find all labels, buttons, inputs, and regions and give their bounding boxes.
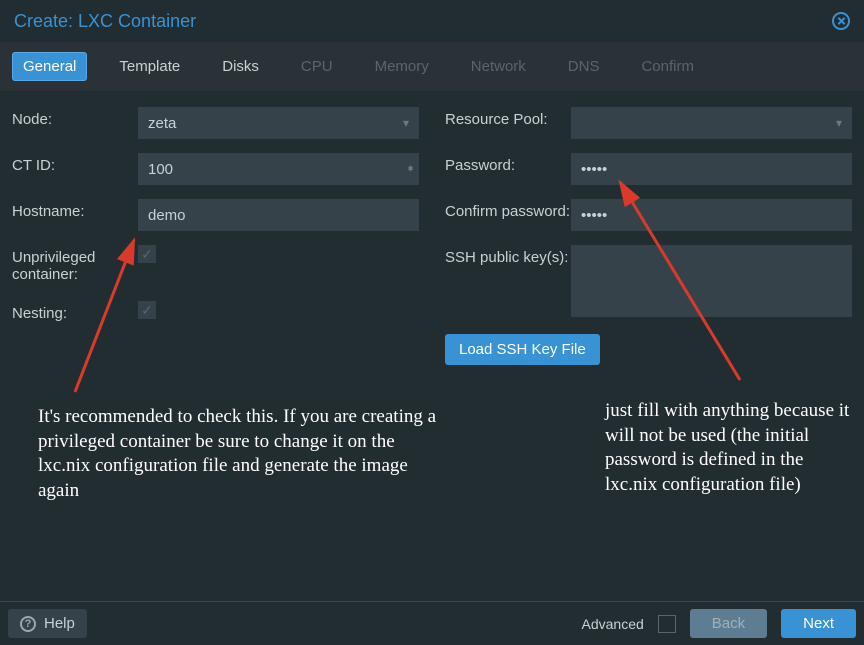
unprivileged-checkbox[interactable]: [138, 245, 156, 263]
hostname-label: Hostname:: [12, 199, 138, 224]
resource-pool-label: Resource Pool:: [445, 107, 571, 132]
load-ssh-key-button[interactable]: Load SSH Key File: [445, 334, 600, 365]
window-title: Create: LXC Container: [14, 11, 196, 32]
tab-general[interactable]: General: [12, 52, 87, 81]
tab-dns: DNS: [558, 53, 610, 80]
password-input[interactable]: [571, 153, 852, 185]
next-button[interactable]: Next: [781, 609, 856, 638]
tab-confirm: Confirm: [631, 53, 704, 80]
annotation-unprivileged: It's recommended to check this. If you a…: [38, 405, 438, 504]
ctid-input[interactable]: [138, 153, 419, 185]
close-icon[interactable]: [832, 12, 850, 30]
wizard-tabs: General Template Disks CPU Memory Networ…: [0, 42, 864, 91]
tab-template[interactable]: Template: [109, 53, 190, 80]
ctid-label: CT ID:: [12, 153, 138, 178]
advanced-checkbox[interactable]: [658, 615, 676, 633]
hostname-input[interactable]: [138, 199, 419, 231]
password-label: Password:: [445, 153, 571, 178]
ssh-key-textarea[interactable]: [571, 245, 852, 317]
tab-cpu: CPU: [291, 53, 343, 80]
spinner-buttons[interactable]: ▴▾: [408, 168, 413, 170]
unprivileged-label: Unprivileged container:: [12, 245, 138, 287]
tab-memory: Memory: [365, 53, 439, 80]
help-button[interactable]: ? Help: [8, 609, 87, 638]
nesting-label: Nesting:: [12, 301, 138, 326]
help-label: Help: [44, 615, 75, 632]
ssh-key-label: SSH public key(s):: [445, 245, 571, 270]
confirm-password-label: Confirm password:: [445, 199, 571, 224]
nesting-checkbox[interactable]: [138, 301, 156, 319]
tab-disks[interactable]: Disks: [212, 53, 269, 80]
node-select[interactable]: [138, 107, 419, 139]
back-button: Back: [690, 609, 767, 638]
tab-network: Network: [461, 53, 536, 80]
advanced-label: Advanced: [582, 616, 644, 632]
annotation-password: just fill with anything because it will …: [605, 399, 850, 498]
confirm-password-input[interactable]: [571, 199, 852, 231]
node-label: Node:: [12, 107, 138, 132]
help-icon: ?: [20, 616, 36, 632]
resource-pool-select[interactable]: [571, 107, 852, 139]
